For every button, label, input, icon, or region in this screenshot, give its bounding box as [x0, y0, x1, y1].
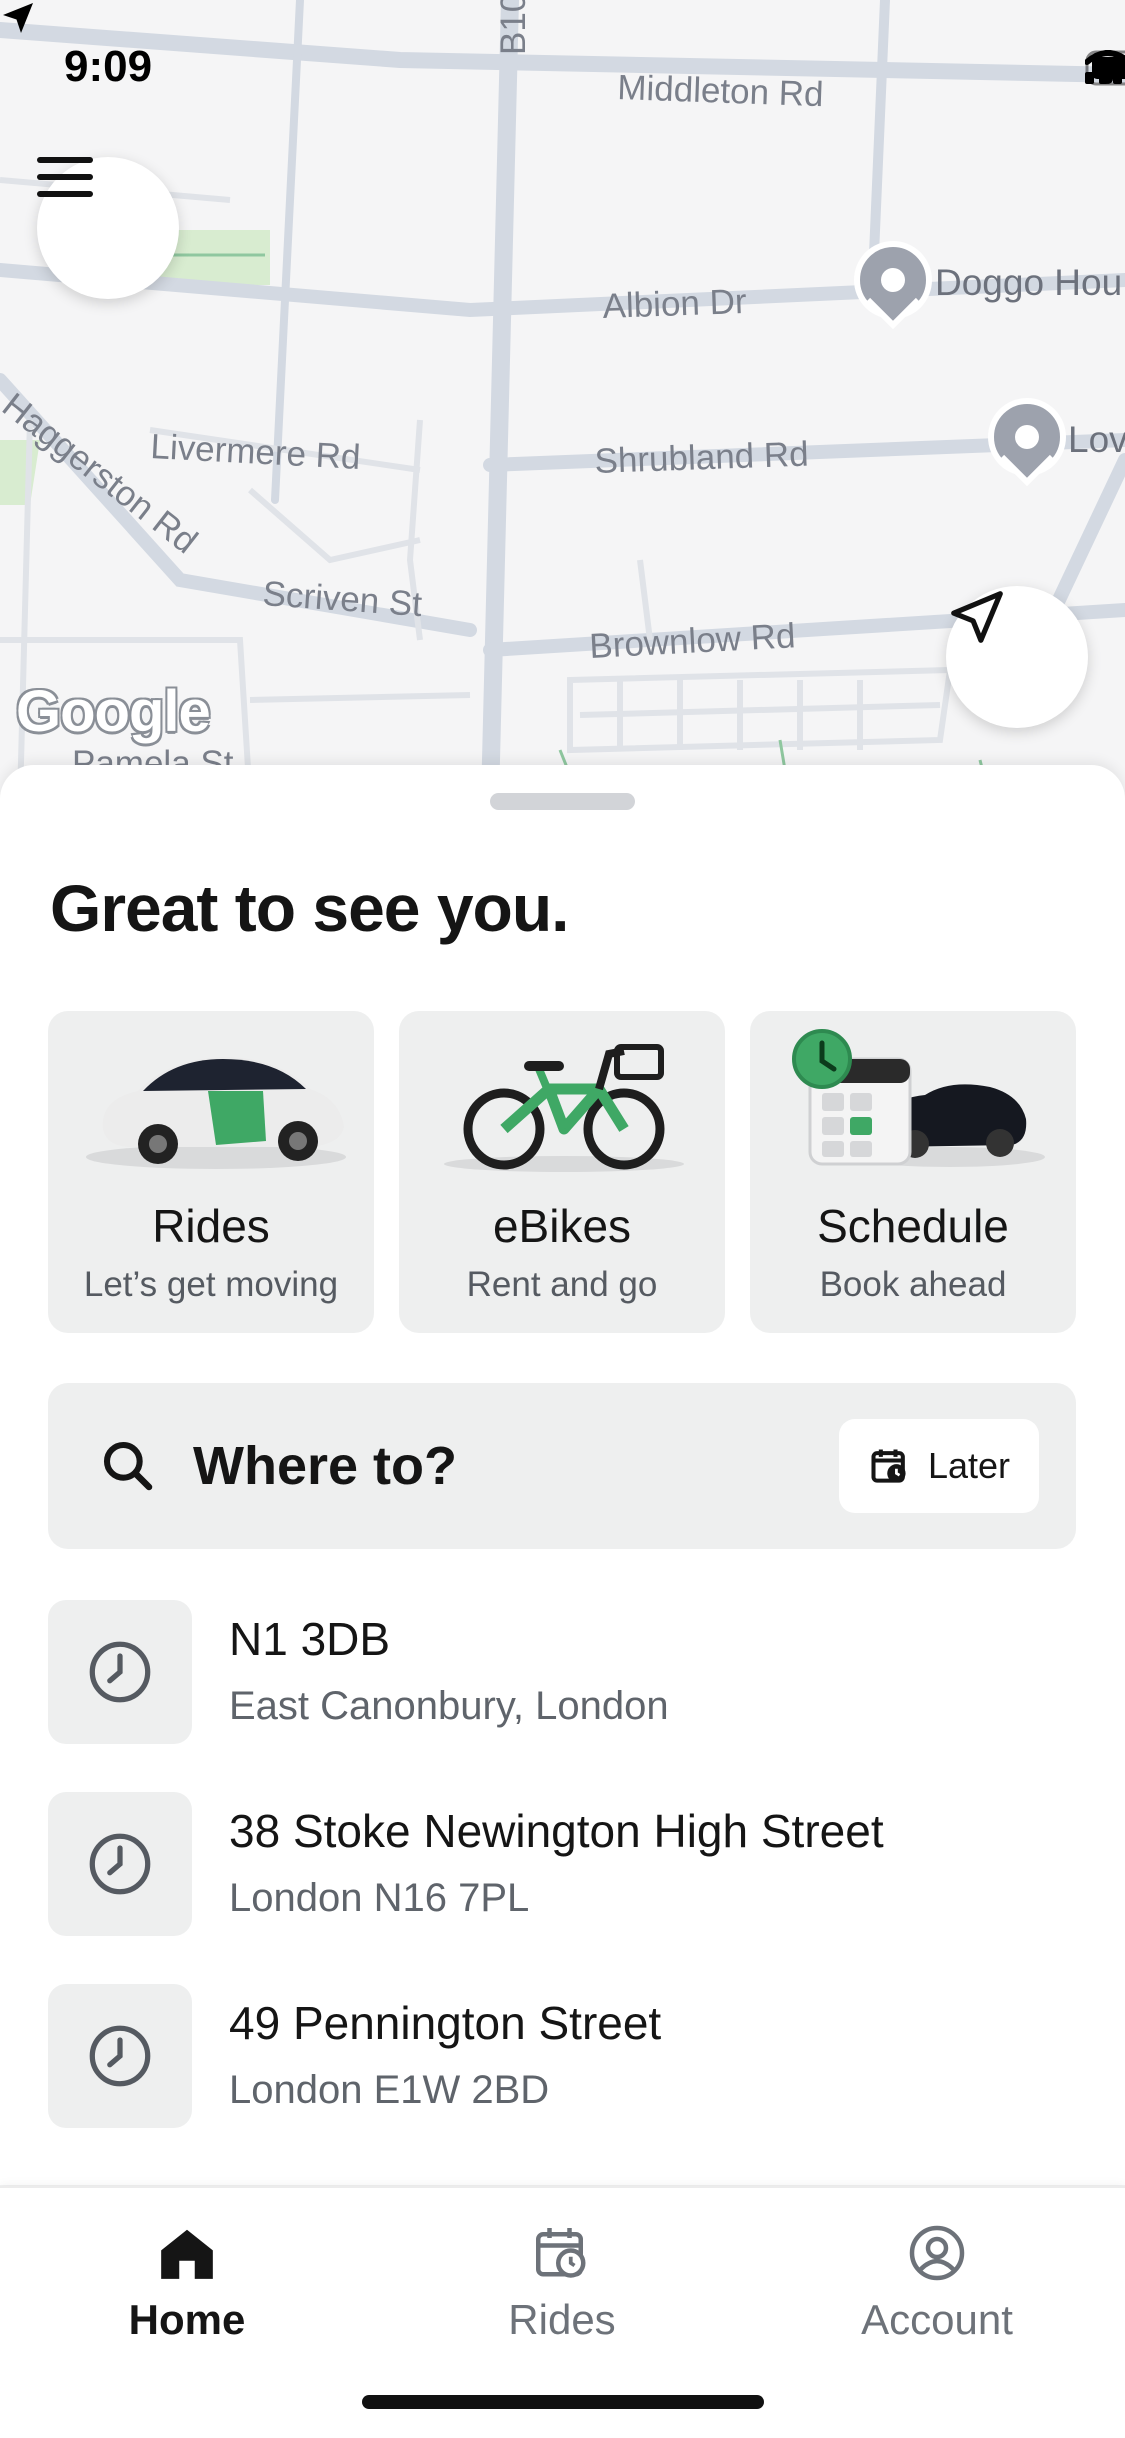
bottom-sheet[interactable]: Great to see you. Rides Let’s get moving [0, 765, 1125, 2185]
later-label: Later [927, 1445, 1011, 1486]
greeting-heading: Great to see you. [50, 871, 570, 945]
calendar-clock-icon [536, 2228, 586, 2278]
street-label-brownlow: Brownlow Rd [588, 616, 796, 666]
home-icon [161, 2229, 213, 2279]
navigation-arrow-icon [951, 591, 1003, 643]
tab-rides[interactable]: Rides [432, 2218, 692, 2344]
recent-destination[interactable]: 38 Stoke Newington High Street London N1… [48, 1792, 1078, 1937]
recent-title: N1 3DB [229, 1613, 391, 1665]
calendar-clock-icon [871, 1449, 906, 1483]
recent-destination[interactable]: N1 3DB East Canonbury, London [48, 1600, 1078, 1745]
recenter-location-button[interactable] [946, 586, 1088, 728]
where-to-placeholder[interactable]: Where to? [193, 1435, 457, 1497]
where-to-search-bar[interactable]: Where to? Later [48, 1383, 1076, 1549]
status-time: 9:09 [64, 42, 153, 91]
tile-rides[interactable]: Rides Let’s get moving [48, 1011, 374, 1333]
clock-icon [89, 2025, 151, 2087]
recent-subtitle: London N16 7PL [229, 1876, 530, 1920]
tile-rides-subtitle: Let’s get moving [83, 1265, 339, 1304]
street-label-b10: B10 [494, 0, 533, 55]
recent-clock-tile [48, 1600, 192, 1744]
recent-subtitle: East Canonbury, London [229, 1684, 669, 1728]
poi-label-doggo: Doggo Hou [935, 262, 1122, 303]
tab-rides-label: Rides [508, 2296, 616, 2343]
tab-account-label: Account [861, 2296, 1013, 2343]
tile-ebikes-title: eBikes [492, 1200, 632, 1252]
street-label-albion: Albion Dr [602, 282, 748, 326]
recent-clock-tile [48, 1792, 192, 1936]
poi-pin[interactable] [988, 398, 1066, 487]
tile-schedule-title: Schedule [817, 1200, 1009, 1252]
map-view[interactable]: B10 Middleton Rd Albion Dr Livermere Rd … [0, 0, 1125, 800]
street-label-shrubland: Shrubland Rd [594, 435, 809, 481]
street-label-livermere: Livermere Rd [150, 427, 362, 477]
hamburger-menu-icon [37, 157, 93, 197]
recent-title: 49 Pennington Street [229, 1997, 662, 2049]
schedule-illustration [792, 1029, 1045, 1167]
recent-destination[interactable]: 49 Pennington Street London E1W 2BD [48, 1984, 1078, 2129]
tile-ebikes-subtitle: Rent and go [466, 1265, 658, 1304]
menu-button[interactable] [37, 157, 179, 299]
car-illustration [86, 1057, 346, 1169]
street-label-middleton: Middleton Rd [617, 68, 824, 114]
tab-account[interactable]: Account [807, 2218, 1067, 2344]
poi-pin[interactable] [854, 241, 932, 330]
account-icon [909, 2225, 965, 2281]
location-arrow-icon [3, 3, 33, 33]
street-label-scriven: Scriven St [261, 574, 423, 624]
home-indicator[interactable] [362, 2395, 764, 2409]
poi-label-lov: Lov [1068, 419, 1125, 460]
clock-icon [89, 1641, 151, 1703]
sheet-grabber[interactable] [490, 793, 635, 810]
recent-title: 38 Stoke Newington High Street [229, 1805, 884, 1857]
tile-schedule[interactable]: Schedule Book ahead [750, 1011, 1076, 1333]
battery-icon [1085, 50, 1125, 86]
search-icon [103, 1441, 153, 1491]
tile-schedule-subtitle: Book ahead [819, 1265, 1007, 1304]
recent-subtitle: London E1W 2BD [229, 2068, 550, 2112]
ebike-illustration [444, 1044, 684, 1172]
google-attribution: Google [16, 679, 211, 744]
tile-ebikes[interactable]: eBikes Rent and go [399, 1011, 725, 1333]
schedule-later-button[interactable]: Later [839, 1419, 1039, 1513]
service-tiles: Rides Let’s get moving eBikes Rent and g… [48, 1011, 1076, 1333]
tab-home-label: Home [128, 2296, 246, 2343]
tab-home[interactable]: Home [57, 2218, 317, 2344]
clock-icon [89, 1833, 151, 1895]
tile-rides-title: Rides [152, 1200, 270, 1252]
recent-clock-tile [48, 1984, 192, 2128]
